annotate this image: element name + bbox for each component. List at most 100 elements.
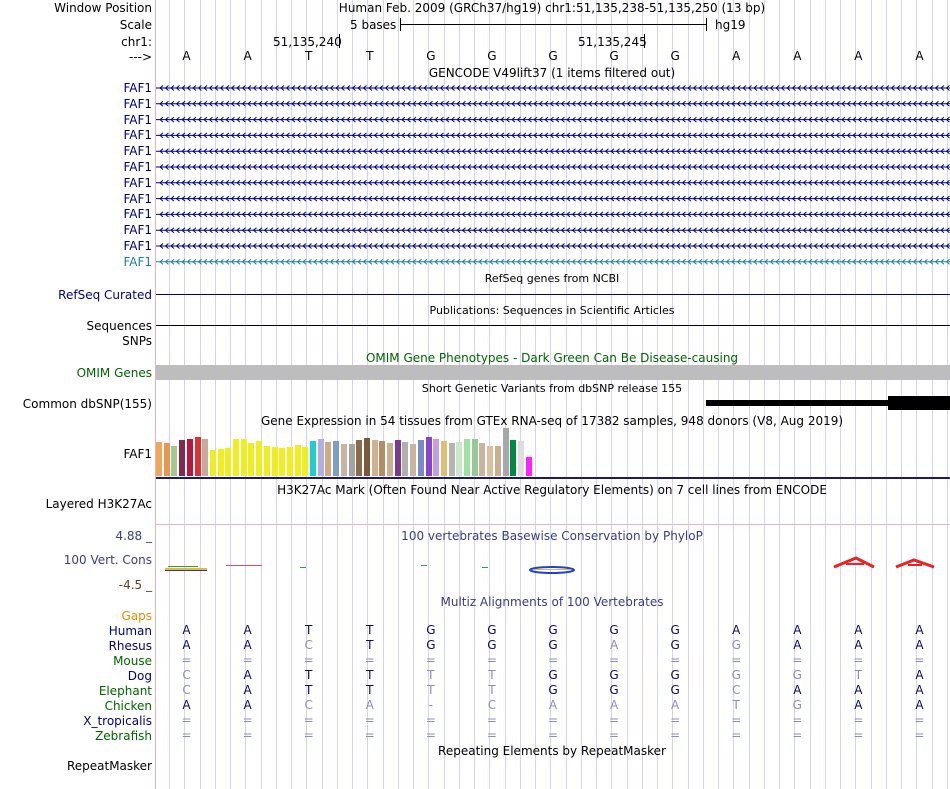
- gtex-tissue-bar[interactable]: [494, 446, 501, 476]
- omim-track-title[interactable]: OMIM Gene Phenotypes - Dark Green Can Be…: [366, 351, 738, 365]
- multiz-track-title[interactable]: Multiz Alignments of 100 Vertebrates: [440, 595, 663, 609]
- dbsnp-variant-thick[interactable]: [888, 396, 950, 410]
- gencode-transcript-label[interactable]: FAF1: [123, 176, 152, 190]
- gtex-tissue-bar[interactable]: [510, 440, 517, 476]
- gtex-tissue-bar[interactable]: [217, 448, 224, 476]
- gtex-tissue-bar[interactable]: [163, 443, 170, 476]
- gencode-transcript-label[interactable]: FAF1: [123, 113, 152, 127]
- gtex-tissue-bar[interactable]: [394, 440, 401, 476]
- gtex-tissue-bar[interactable]: [440, 441, 447, 476]
- gencode-transcript-label[interactable]: FAF1: [123, 97, 152, 111]
- gencode-transcript-label[interactable]: FAF1: [123, 160, 152, 174]
- gtex-tissue-bar[interactable]: [387, 443, 393, 476]
- gtex-tissue-bar[interactable]: [263, 446, 270, 476]
- snps-label[interactable]: SNPs: [122, 334, 152, 348]
- gencode-transcript-label[interactable]: FAF1: [123, 239, 152, 253]
- gtex-tissue-bar[interactable]: [286, 447, 293, 476]
- gtex-track-title[interactable]: Gene Expression in 54 tissues from GTEx …: [261, 414, 843, 428]
- gtex-tissue-bar[interactable]: [417, 440, 424, 476]
- multiz-base: =: [914, 728, 925, 742]
- gencode-transcript-label[interactable]: FAF1: [123, 192, 152, 206]
- gtex-tissue-bar[interactable]: [248, 443, 255, 476]
- multiz-species-label[interactable]: Elephant: [99, 684, 152, 698]
- pubs-line[interactable]: [156, 325, 950, 326]
- gtex-tissue-bar[interactable]: [310, 441, 316, 476]
- gtex-tissue-bar[interactable]: [379, 441, 386, 476]
- gtex-bar-chart[interactable]: [156, 428, 556, 476]
- gtex-tissue-bar[interactable]: [317, 438, 324, 476]
- sequences-label[interactable]: Sequences: [87, 319, 152, 333]
- multiz-species-label[interactable]: X_tropicalis: [83, 714, 152, 728]
- multiz-base: C: [487, 698, 497, 712]
- multiz-species-label[interactable]: Zebrafish: [95, 729, 152, 743]
- gtex-tissue-bar[interactable]: [240, 438, 247, 476]
- gtex-tissue-bar[interactable]: [333, 441, 340, 476]
- gtex-tissue-bar[interactable]: [271, 447, 278, 476]
- pubs-track-title[interactable]: Publications: Sequences in Scientific Ar…: [430, 304, 675, 318]
- multiz-species-label[interactable]: Dog: [128, 669, 152, 683]
- gtex-tissue-bar[interactable]: [179, 440, 186, 476]
- gtex-tissue-bar[interactable]: [471, 438, 478, 476]
- gtex-tissue-bar[interactable]: [464, 438, 470, 476]
- gtex-tissue-bar[interactable]: [479, 443, 486, 476]
- gtex-tissue-bar[interactable]: [186, 438, 193, 476]
- gencode-transcript-label[interactable]: FAF1: [123, 223, 152, 237]
- gencode-transcript-label[interactable]: FAF1: [123, 207, 152, 221]
- gtex-tissue-bar[interactable]: [502, 428, 509, 476]
- gtex-tissue-bar[interactable]: [233, 438, 239, 476]
- gtex-tissue-bar[interactable]: [171, 446, 178, 476]
- gencode-transcript-label[interactable]: FAF1: [123, 144, 152, 158]
- gencode-transcript-label[interactable]: FAF1: [123, 255, 152, 269]
- gtex-tissue-bar[interactable]: [487, 446, 494, 476]
- refseq-track-title[interactable]: RefSeq genes from NCBI: [485, 272, 620, 286]
- gtex-tissue-bar[interactable]: [302, 447, 309, 476]
- gtex-tissue-bar[interactable]: [156, 442, 162, 476]
- h3k27ac-label[interactable]: Layered H3K27Ac: [46, 497, 152, 511]
- multiz-species-label[interactable]: Human: [109, 624, 152, 638]
- phylop-track-title[interactable]: 100 vertebrates Basewise Conservation by…: [401, 529, 703, 543]
- gaps-label: Gaps: [121, 609, 152, 623]
- gtex-tissue-bar[interactable]: [202, 438, 209, 476]
- multiz-species-label[interactable]: Chicken: [105, 699, 152, 713]
- dbsnp-label[interactable]: Common dbSNP(155): [23, 397, 152, 411]
- scale-text: 5 bases: [350, 18, 397, 32]
- gtex-tissue-bar[interactable]: [348, 444, 355, 476]
- dbsnp-track-title[interactable]: Short Genetic Variants from dbSNP releas…: [422, 382, 682, 396]
- omim-label[interactable]: OMIM Genes: [77, 366, 152, 380]
- multiz-species-label[interactable]: Mouse: [113, 654, 152, 668]
- gtex-tissue-bar[interactable]: [279, 448, 286, 476]
- gtex-tissue-bar[interactable]: [517, 441, 524, 476]
- gencode-transcripts[interactable]: [156, 80, 950, 272]
- gtex-tissue-bar[interactable]: [371, 439, 378, 476]
- multiz-species-label[interactable]: Rhesus: [109, 639, 152, 653]
- gtex-tissue-bar[interactable]: [410, 444, 417, 476]
- gencode-track-title[interactable]: GENCODE V49lift37 (1 items filtered out): [429, 66, 675, 80]
- gtex-tissue-bar[interactable]: [525, 456, 532, 476]
- gtex-tissue-bar[interactable]: [402, 442, 409, 476]
- gtex-tissue-bar[interactable]: [209, 449, 216, 476]
- multiz-base: =: [547, 653, 559, 667]
- refseq-label[interactable]: RefSeq Curated: [58, 288, 152, 302]
- gtex-tissue-bar[interactable]: [433, 438, 440, 476]
- repeatmasker-track-title[interactable]: Repeating Elements by RepeatMasker: [438, 744, 666, 758]
- repeatmasker-label[interactable]: RepeatMasker: [67, 759, 152, 773]
- gtex-label[interactable]: FAF1: [123, 447, 152, 461]
- phylop-signal[interactable]: [156, 556, 950, 576]
- gtex-tissue-bar[interactable]: [456, 442, 463, 476]
- gtex-tissue-bar[interactable]: [194, 436, 201, 476]
- gtex-tissue-bar[interactable]: [325, 442, 332, 476]
- phylop-label[interactable]: 100 Vert. Cons: [64, 553, 152, 567]
- gencode-transcript-label[interactable]: FAF1: [123, 81, 152, 95]
- gtex-tissue-bar[interactable]: [294, 444, 301, 476]
- gtex-tissue-bar[interactable]: [425, 436, 432, 476]
- h3k27ac-track-title[interactable]: H3K27Ac Mark (Often Found Near Active Re…: [277, 483, 827, 497]
- gtex-tissue-bar[interactable]: [256, 441, 263, 476]
- gtex-tissue-bar[interactable]: [340, 444, 347, 476]
- gtex-tissue-bar[interactable]: [363, 437, 370, 476]
- gencode-transcript-label[interactable]: FAF1: [123, 128, 152, 142]
- omim-gene-bar[interactable]: [156, 365, 950, 380]
- gtex-tissue-bar[interactable]: [448, 443, 455, 476]
- refseq-gene-line[interactable]: [156, 294, 950, 295]
- gtex-tissue-bar[interactable]: [356, 440, 363, 476]
- gtex-tissue-bar[interactable]: [225, 448, 232, 476]
